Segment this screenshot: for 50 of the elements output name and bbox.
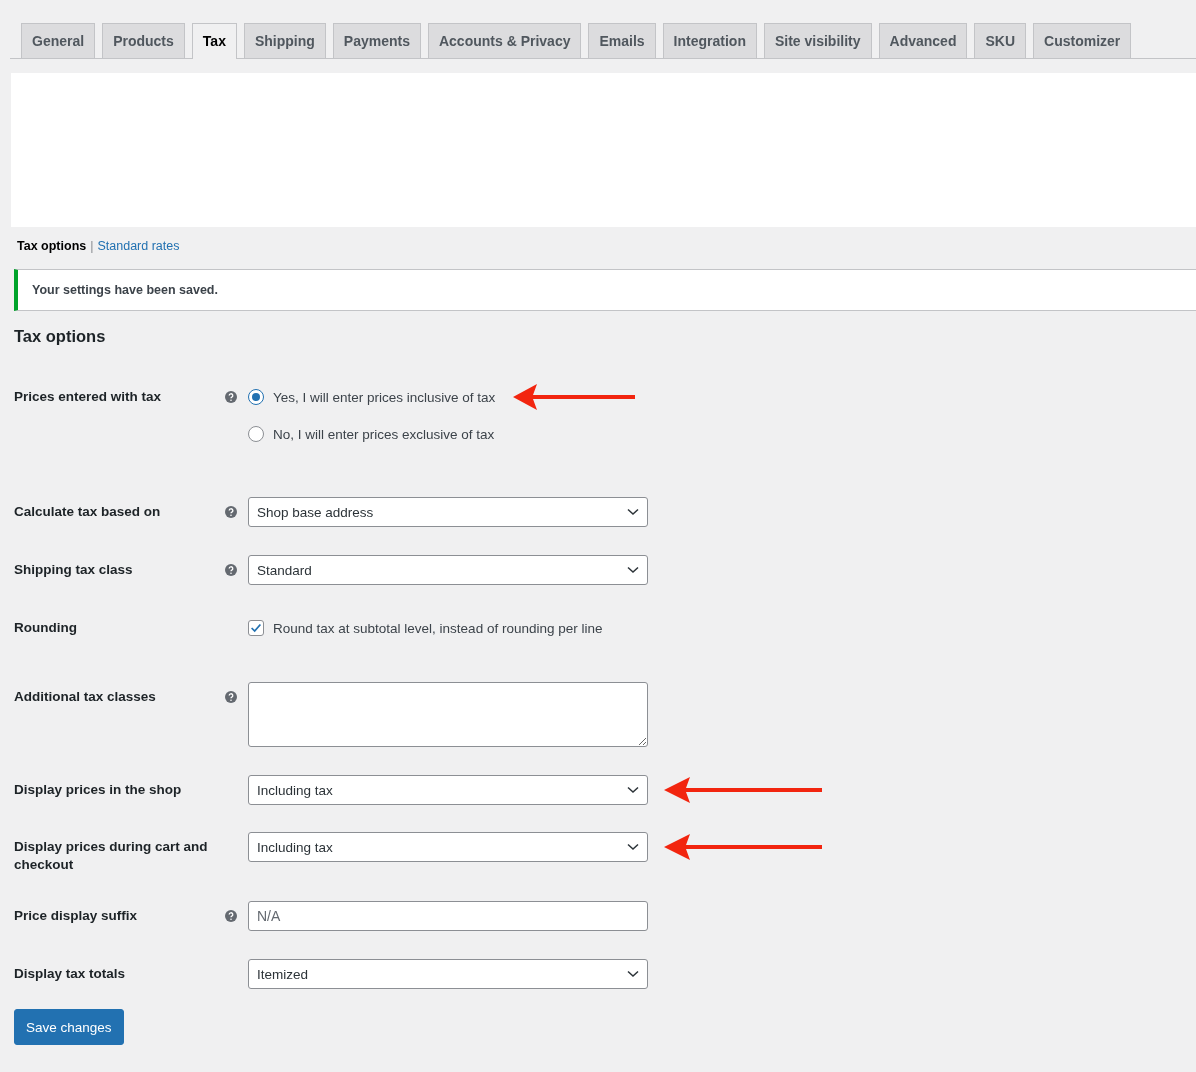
dropdown-select[interactable]: Itemized [248, 959, 648, 989]
checkbox[interactable] [248, 620, 264, 636]
help-icon[interactable] [225, 910, 237, 922]
setting-label: Price display suffix [14, 907, 139, 925]
setting-label: Calculate tax based on [14, 503, 162, 521]
setting-label: Display prices in the shop [14, 781, 183, 799]
chevron-down-icon [627, 786, 639, 794]
notice-text: Your settings have been saved. [32, 283, 218, 297]
subnav-link[interactable]: Tax options [17, 239, 87, 253]
subnav-link[interactable]: Standard rates [97, 239, 180, 253]
help-icon[interactable] [225, 506, 237, 518]
setting-label: Additional tax classes [14, 688, 157, 706]
option-label: No, I will enter prices exclusive of tax [273, 426, 495, 442]
dropdown-select[interactable]: Including tax [248, 832, 648, 862]
settings-tab[interactable]: Integration [662, 23, 757, 58]
settings-tab[interactable]: Advanced [878, 23, 968, 58]
settings-tab[interactable]: Shipping [243, 23, 326, 58]
setting-label: Prices entered with tax [14, 388, 163, 406]
settings-tab[interactable]: Payments [332, 23, 421, 58]
dropdown-select[interactable]: Including tax [248, 775, 648, 805]
help-icon[interactable] [225, 564, 237, 576]
settings-tab[interactable]: Site visibility [763, 23, 872, 58]
setting-label: Display prices during cart and checkout [14, 838, 209, 874]
section-heading: Tax options [14, 327, 107, 346]
chevron-down-icon [627, 843, 639, 851]
settings-tab[interactable]: Accounts & Privacy [427, 23, 582, 58]
radio-button[interactable] [248, 426, 264, 442]
checkbox-label: Round tax at subtotal level, instead of rounding per line [273, 620, 603, 636]
settings-tab[interactable]: Products [102, 23, 185, 58]
setting-label: Rounding [14, 619, 78, 637]
radio-button[interactable] [248, 389, 264, 405]
help-icon[interactable] [225, 391, 237, 403]
dropdown-select[interactable]: Standard [248, 555, 648, 585]
help-icon[interactable] [225, 691, 237, 703]
text-area[interactable] [248, 682, 648, 747]
settings-tab[interactable]: Emails [588, 23, 656, 58]
setting-label: Display tax totals [14, 965, 127, 983]
settings-tab[interactable]: Customizer [1033, 23, 1132, 58]
text-input[interactable]: N/A [248, 901, 648, 931]
dropdown-select[interactable]: Shop base address [248, 497, 648, 527]
option-label: Yes, I will enter prices inclusive of tax [273, 389, 496, 405]
save-button[interactable]: Save changes [14, 1009, 124, 1045]
settings-tab[interactable]: SKU [974, 23, 1027, 58]
chevron-down-icon [627, 970, 639, 978]
chevron-down-icon [627, 508, 639, 516]
settings-tab[interactable]: Tax [191, 23, 237, 59]
setting-label: Shipping tax class [14, 561, 134, 579]
settings-tab[interactable]: General [21, 23, 96, 58]
chevron-down-icon [627, 566, 639, 574]
separator: | [90, 239, 94, 253]
